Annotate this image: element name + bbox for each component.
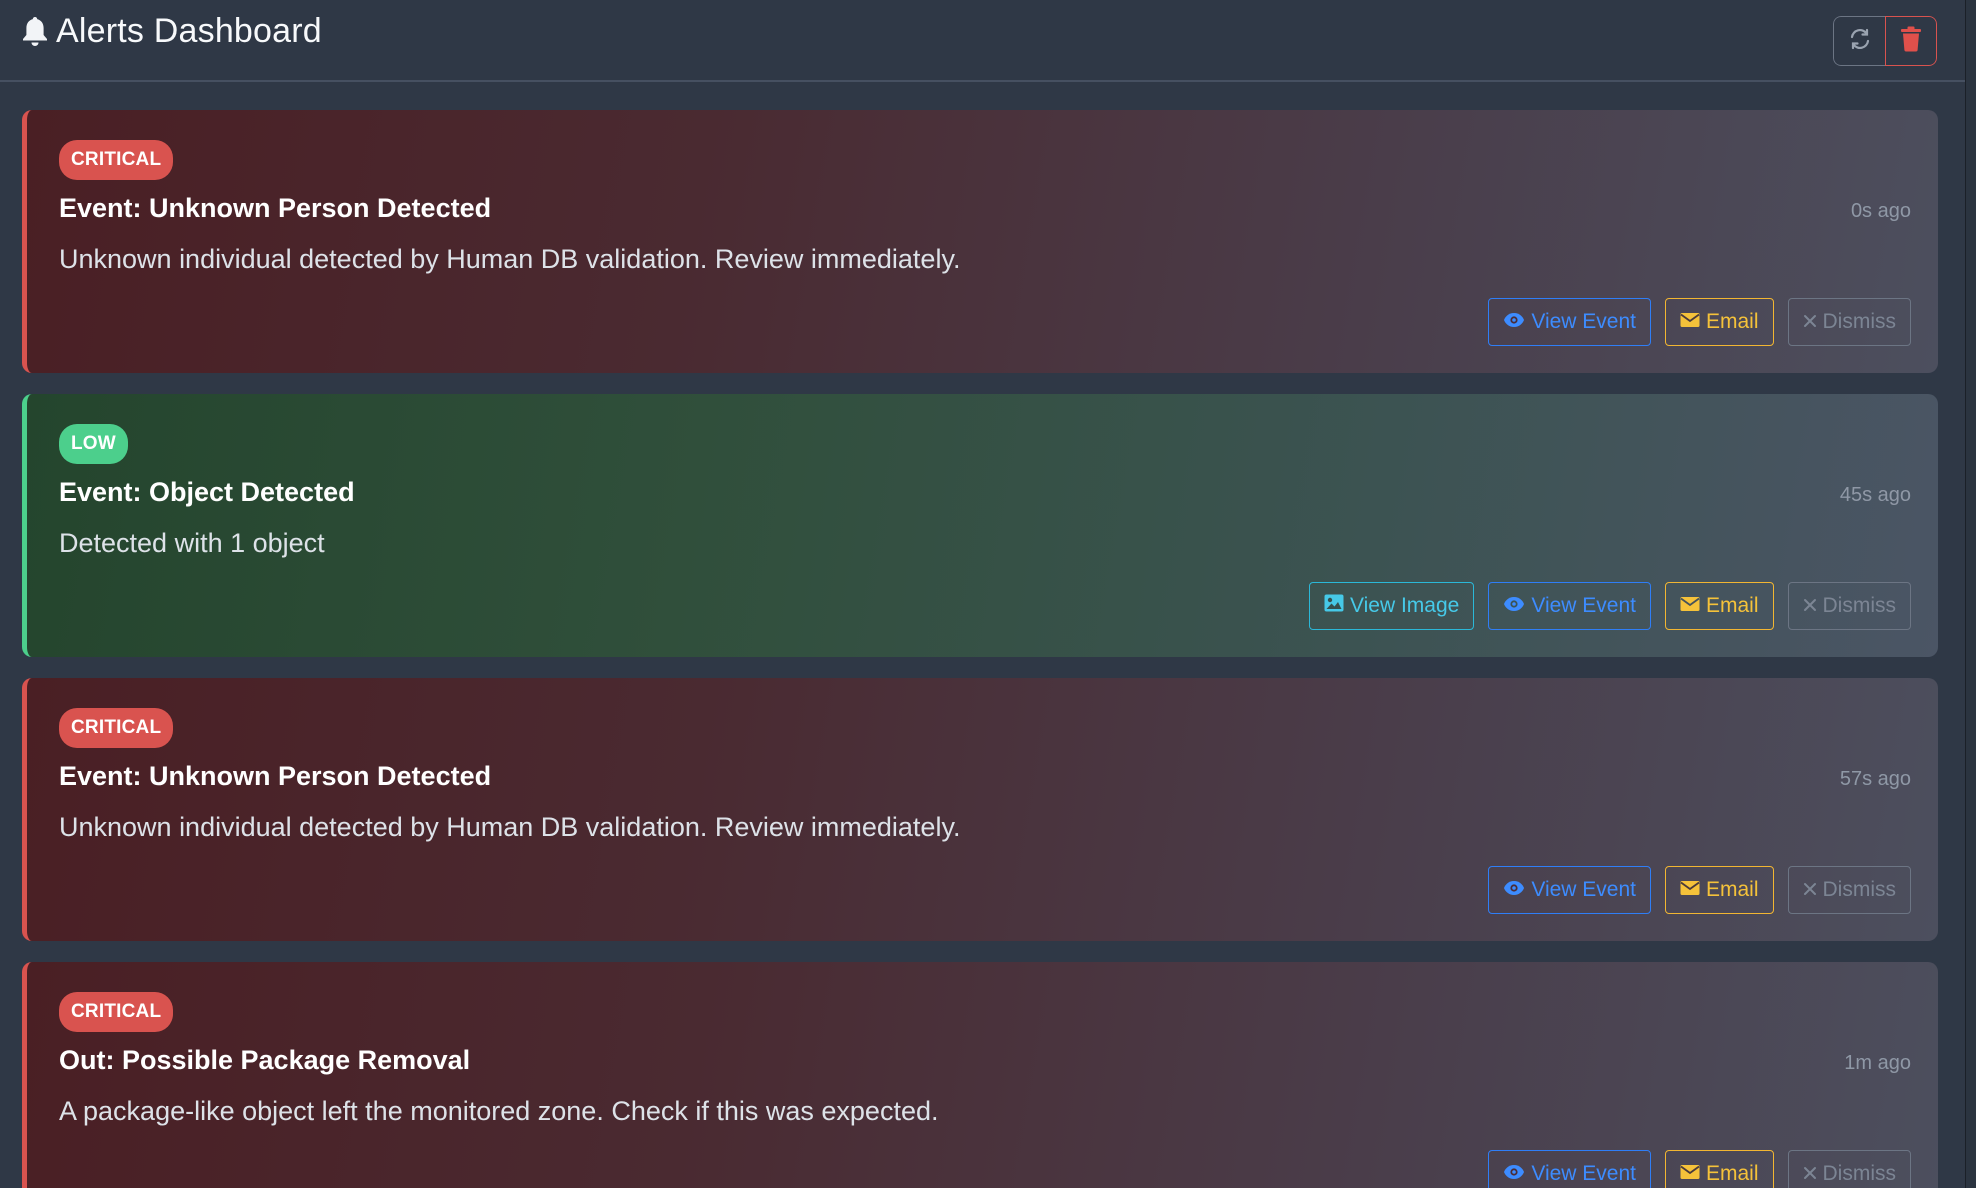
alert-message: Detected with 1 object [59, 528, 325, 558]
alert-title: Out: Possible Package Removal [59, 1045, 471, 1075]
bell-icon [22, 15, 48, 47]
eye-icon [1503, 1162, 1525, 1186]
close-icon [1803, 594, 1817, 618]
eye-icon [1503, 310, 1525, 334]
email-button[interactable]: Email [1664, 298, 1774, 346]
email-label: Email [1705, 1162, 1759, 1185]
alert-actions: View Image View Event Email Dismiss [1308, 582, 1911, 630]
clear-all-button[interactable] [1885, 16, 1937, 66]
alert-title-row: Event: Unknown Person Detected 57s ago [59, 761, 1911, 792]
envelope-icon [1680, 594, 1700, 618]
alert-title-row: Event: Object Detected 45s ago [59, 477, 1911, 508]
severity-badge: CRITICAL [59, 140, 174, 180]
alert-timestamp: 0s ago [1850, 200, 1911, 222]
header-actions [1833, 16, 1937, 66]
dashboard-header: Alerts Dashboard [0, 0, 1965, 82]
severity-badge: CRITICAL [59, 708, 174, 748]
alert-actions: View Event Email Dismiss [1488, 1150, 1911, 1188]
eye-icon [1503, 594, 1525, 618]
title-group: Alerts Dashboard [22, 10, 322, 51]
email-label: Email [1705, 310, 1759, 333]
envelope-icon [1680, 310, 1700, 334]
alert-title: Event: Unknown Person Detected [59, 193, 492, 223]
dismiss-label: Dismiss [1822, 594, 1897, 617]
view-image-label: View Image [1349, 594, 1460, 617]
view-event-button[interactable]: View Event [1488, 298, 1651, 346]
view-event-label: View Event [1531, 1162, 1636, 1185]
dismiss-button[interactable]: Dismiss [1787, 298, 1911, 346]
alert-title: Event: Unknown Person Detected [59, 761, 492, 791]
close-icon [1803, 310, 1817, 334]
dismiss-label: Dismiss [1822, 878, 1897, 901]
dismiss-button[interactable]: Dismiss [1787, 866, 1911, 914]
dismiss-label: Dismiss [1822, 310, 1897, 333]
alert-title-row: Out: Possible Package Removal 1m ago [59, 1045, 1911, 1076]
email-button[interactable]: Email [1664, 582, 1774, 630]
view-event-label: View Event [1531, 594, 1636, 617]
image-icon [1324, 594, 1344, 618]
alert-message: A package-like object left the monitored… [59, 1096, 939, 1126]
alert-message: Unknown individual detected by Human DB … [59, 812, 961, 842]
email-button[interactable]: Email [1664, 866, 1774, 914]
trash-icon [1900, 26, 1922, 57]
alert-card: CRITICAL Event: Unknown Person Detected … [22, 678, 1938, 941]
alert-message: Unknown individual detected by Human DB … [59, 244, 961, 274]
view-event-button[interactable]: View Event [1488, 1150, 1651, 1188]
alert-card: CRITICAL Out: Possible Package Removal 1… [22, 962, 1938, 1188]
alert-card: CRITICAL Event: Unknown Person Detected … [22, 110, 1938, 373]
view-event-label: View Event [1531, 878, 1636, 901]
email-label: Email [1705, 878, 1759, 901]
alert-timestamp: 1m ago [1844, 1052, 1911, 1074]
dismiss-button[interactable]: Dismiss [1787, 582, 1911, 630]
email-button[interactable]: Email [1664, 1150, 1774, 1188]
dismiss-label: Dismiss [1822, 1162, 1897, 1185]
envelope-icon [1680, 878, 1700, 902]
envelope-icon [1680, 1162, 1700, 1186]
alert-timestamp: 45s ago [1839, 484, 1911, 506]
eye-icon [1503, 878, 1525, 902]
severity-badge: LOW [59, 424, 128, 464]
close-icon [1803, 1162, 1817, 1186]
refresh-button[interactable] [1833, 16, 1885, 66]
alert-title-row: Event: Unknown Person Detected 0s ago [59, 193, 1911, 224]
alert-timestamp: 57s ago [1839, 768, 1911, 790]
view-event-button[interactable]: View Event [1488, 866, 1651, 914]
alerts-list: CRITICAL Event: Unknown Person Detected … [22, 110, 1938, 1188]
alert-title: Event: Object Detected [59, 477, 355, 507]
alerts-dashboard-window: Alerts Dashboard CRITICAL Event: Unknown… [0, 0, 1966, 1188]
alert-card: LOW Event: Object Detected 45s ago Detec… [22, 394, 1938, 657]
view-event-button[interactable]: View Event [1488, 582, 1651, 630]
page-title: Alerts Dashboard [56, 12, 322, 50]
email-label: Email [1705, 594, 1759, 617]
dismiss-button[interactable]: Dismiss [1787, 1150, 1911, 1188]
close-icon [1803, 878, 1817, 902]
view-image-button[interactable]: View Image [1308, 582, 1475, 630]
alert-actions: View Event Email Dismiss [1488, 298, 1911, 346]
severity-badge: CRITICAL [59, 992, 174, 1032]
alert-actions: View Event Email Dismiss [1488, 866, 1911, 914]
refresh-icon [1848, 27, 1872, 56]
view-event-label: View Event [1531, 310, 1636, 333]
